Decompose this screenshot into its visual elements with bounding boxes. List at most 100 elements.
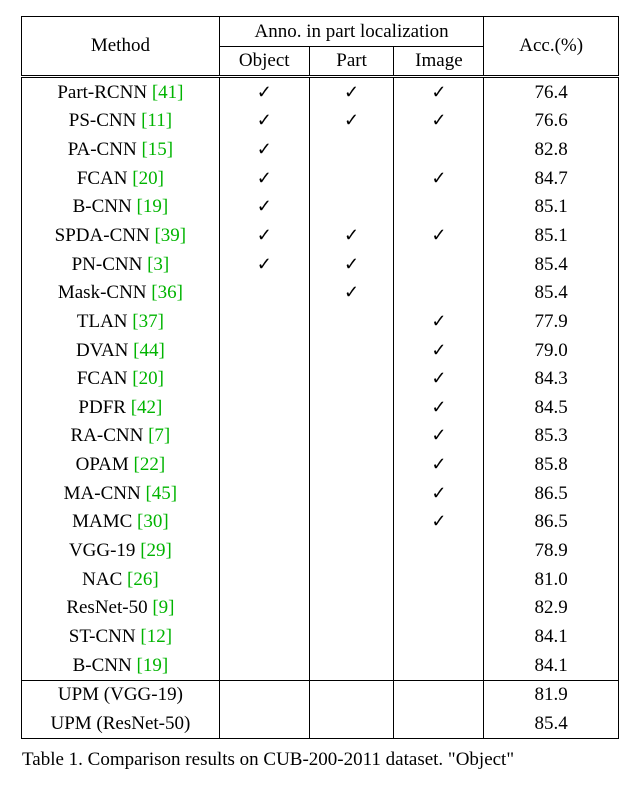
checkmark-icon: ✓ [257,254,272,274]
check-cell-empty [309,680,394,709]
checkmark-icon: ✓ [344,254,359,274]
check-cell-img: ✓ [394,221,484,250]
citation-ref[interactable]: [3] [147,254,169,275]
check-cell-obj [219,508,309,537]
accuracy-cell: 85.4 [484,250,619,279]
table-row-method: DVAN [44] [22,336,220,365]
method-name: TLAN [77,311,132,332]
citation-ref[interactable]: [11] [141,110,172,131]
table-row-method: NAC [26] [22,565,220,594]
citation-ref[interactable]: [26] [127,569,159,590]
check-cell-obj [219,537,309,566]
accuracy-cell: 76.6 [484,107,619,136]
table-row-method: TLAN [37] [22,307,220,336]
check-cell-empty [394,680,484,709]
citation-ref[interactable]: [44] [133,340,165,361]
check-cell-img: ✓ [394,451,484,480]
accuracy-cell: 85.4 [484,279,619,308]
citation-ref[interactable]: [45] [145,483,177,504]
accuracy-cell: 85.4 [484,709,619,738]
method-name: Mask-CNN [58,282,151,303]
citation-ref[interactable]: [36] [151,282,183,303]
check-cell-part: ✓ [309,107,394,136]
citation-ref[interactable]: [12] [140,626,172,647]
table-row-method: OPAM [22] [22,451,220,480]
header-method: Method [22,17,220,77]
checkmark-icon: ✓ [257,196,272,216]
check-cell-part [309,164,394,193]
method-name: B-CNN [73,655,137,676]
citation-ref[interactable]: [9] [152,597,174,618]
table-row-method: FCAN [20] [22,365,220,394]
citation-ref[interactable]: [42] [131,397,163,418]
accuracy-cell: 77.9 [484,307,619,336]
method-name: FCAN [77,368,132,389]
accuracy-cell: 85.1 [484,221,619,250]
citation-ref[interactable]: [19] [137,655,169,676]
check-cell-obj [219,422,309,451]
citation-ref[interactable]: [7] [148,425,170,446]
checkmark-icon: ✓ [344,110,359,130]
accuracy-cell: 84.3 [484,365,619,394]
citation-ref[interactable]: [41] [152,82,184,103]
citation-ref[interactable]: [30] [137,511,169,532]
check-cell-empty [219,680,309,709]
citation-ref[interactable]: [37] [132,311,164,332]
table-row-ours-method: UPM (ResNet-50) [22,709,220,738]
checkmark-icon: ✓ [431,397,446,417]
check-cell-obj: ✓ [219,164,309,193]
table-row-ours-method: UPM (VGG-19) [22,680,220,709]
check-cell-img [394,250,484,279]
check-cell-part [309,336,394,365]
accuracy-cell: 84.7 [484,164,619,193]
check-cell-obj [219,307,309,336]
method-name: RA-CNN [71,425,149,446]
citation-ref[interactable]: [22] [134,454,166,475]
accuracy-cell: 81.9 [484,680,619,709]
citation-ref[interactable]: [39] [154,225,186,246]
method-name: SPDA-CNN [55,225,155,246]
checkmark-icon: ✓ [431,225,446,245]
check-cell-part [309,479,394,508]
table-row-method: B-CNN [19] [22,651,220,680]
citation-ref[interactable]: [20] [132,168,164,189]
table-row-method: Mask-CNN [36] [22,279,220,308]
accuracy-cell: 76.4 [484,77,619,107]
citation-ref[interactable]: [20] [132,368,164,389]
accuracy-cell: 85.8 [484,451,619,480]
check-cell-img [394,193,484,222]
check-cell-obj: ✓ [219,136,309,165]
accuracy-cell: 78.9 [484,537,619,566]
checkmark-icon: ✓ [431,511,446,531]
check-cell-obj [219,479,309,508]
check-cell-part [309,136,394,165]
table-row-method: FCAN [20] [22,164,220,193]
check-cell-obj: ✓ [219,221,309,250]
method-name: PS-CNN [69,110,141,131]
citation-ref[interactable]: [29] [140,540,172,561]
table-row-method: MA-CNN [45] [22,479,220,508]
check-cell-obj [219,622,309,651]
check-cell-part [309,565,394,594]
check-cell-obj: ✓ [219,77,309,107]
citation-ref[interactable]: [19] [137,196,169,217]
table-row-method: RA-CNN [7] [22,422,220,451]
citation-ref[interactable]: [15] [141,139,173,160]
check-cell-obj [219,279,309,308]
checkmark-icon: ✓ [257,168,272,188]
check-cell-obj: ✓ [219,193,309,222]
check-cell-part [309,422,394,451]
checkmark-icon: ✓ [431,311,446,331]
checkmark-icon: ✓ [257,110,272,130]
check-cell-part [309,451,394,480]
checkmark-icon: ✓ [431,82,446,102]
method-name: MA-CNN [64,483,146,504]
check-cell-img: ✓ [394,307,484,336]
checkmark-icon: ✓ [431,483,446,503]
check-cell-obj [219,365,309,394]
header-group: Anno. in part localization [219,17,484,47]
checkmark-icon: ✓ [431,168,446,188]
check-cell-img: ✓ [394,107,484,136]
accuracy-cell: 85.1 [484,193,619,222]
header-object: Object [219,46,309,77]
